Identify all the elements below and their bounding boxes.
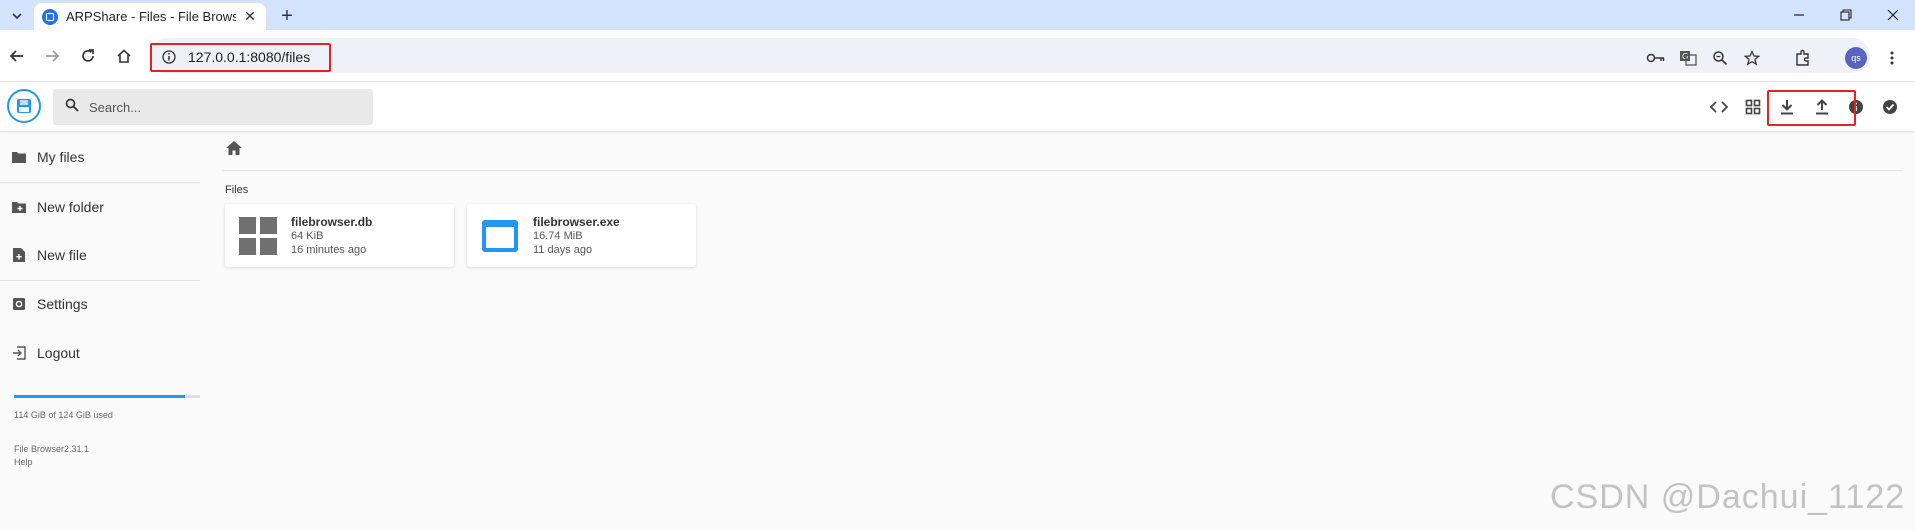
file-size: 16.74 MiB bbox=[533, 229, 583, 242]
breadcrumb-home-icon[interactable] bbox=[225, 140, 245, 160]
forward-icon[interactable] bbox=[40, 44, 64, 68]
toolbar-highlight-box bbox=[1767, 90, 1856, 126]
sidebar-item-label: New folder bbox=[37, 199, 104, 215]
grid-view-icon[interactable] bbox=[1742, 96, 1764, 118]
browser-tabstrip: ARPShare - Files - File Browser ✕ + bbox=[0, 0, 1915, 30]
zoom-icon[interactable] bbox=[1710, 48, 1730, 68]
favicon-icon bbox=[42, 8, 58, 25]
bookmark-star-icon[interactable] bbox=[1742, 48, 1762, 68]
settings-icon bbox=[10, 295, 28, 313]
select-multiple-icon[interactable] bbox=[1879, 96, 1901, 118]
note-add-icon bbox=[10, 246, 28, 264]
svg-text:G: G bbox=[1682, 52, 1688, 61]
watermark-text: CSDN @Dachui_1122 bbox=[1550, 478, 1906, 516]
minimize-icon[interactable] bbox=[1784, 4, 1814, 26]
address-url[interactable]: 127.0.0.1:8080/files bbox=[188, 49, 310, 65]
sidebar-item-label: Settings bbox=[37, 296, 88, 312]
sidebar-item-settings[interactable]: Settings bbox=[10, 289, 200, 319]
extensions-icon[interactable] bbox=[1793, 48, 1813, 68]
translate-icon[interactable]: G bbox=[1678, 48, 1698, 68]
site-info-icon[interactable] bbox=[161, 49, 177, 65]
file-item-filebrowser-db[interactable]: filebrowser.db 64 KiB 16 minutes ago bbox=[225, 204, 454, 267]
sidebar-divider bbox=[0, 182, 200, 183]
sidebar-divider bbox=[0, 280, 200, 281]
sidebar-item-my-files[interactable]: My files bbox=[10, 142, 200, 172]
file-name: filebrowser.db bbox=[291, 214, 373, 229]
sidebar-item-new-folder[interactable]: New folder bbox=[10, 192, 200, 222]
code-view-icon[interactable] bbox=[1708, 96, 1730, 118]
file-name: filebrowser.exe bbox=[533, 214, 620, 229]
password-key-icon[interactable] bbox=[1646, 48, 1666, 68]
file-modified: 11 days ago bbox=[533, 243, 593, 256]
create-new-folder-icon bbox=[10, 198, 28, 216]
browser-tab[interactable]: ARPShare - Files - File Browser ✕ bbox=[34, 3, 266, 30]
sidebar-item-label: Logout bbox=[37, 345, 80, 361]
filebrowser-logo[interactable] bbox=[7, 89, 41, 123]
browser-menu-icon[interactable] bbox=[1882, 48, 1902, 68]
close-tab-icon[interactable]: ✕ bbox=[242, 8, 258, 25]
help-link[interactable]: Help bbox=[14, 457, 33, 467]
search-input[interactable] bbox=[89, 99, 349, 115]
new-tab-icon[interactable]: + bbox=[276, 5, 298, 27]
file-size: 64 KiB bbox=[291, 229, 324, 242]
back-icon[interactable] bbox=[5, 44, 29, 68]
sidebar-item-label: My files bbox=[37, 149, 85, 165]
breadcrumb-divider bbox=[222, 170, 1902, 171]
file-item-filebrowser-exe[interactable]: filebrowser.exe 16.74 MiB 11 days ago bbox=[467, 204, 696, 267]
tab-title: ARPShare - Files - File Browser bbox=[66, 9, 236, 24]
application-window-icon bbox=[479, 215, 521, 257]
files-section-title: Files bbox=[225, 184, 249, 196]
folder-icon bbox=[10, 148, 28, 166]
sidebar-item-new-file[interactable]: New file bbox=[10, 240, 200, 270]
profile-avatar[interactable]: qs bbox=[1845, 47, 1867, 69]
search-box[interactable] bbox=[53, 89, 373, 125]
app-version: File Browser2.31.1 bbox=[14, 444, 90, 454]
grid-icon bbox=[237, 215, 279, 257]
storage-usage-bar bbox=[14, 395, 200, 398]
search-icon bbox=[65, 98, 79, 117]
home-icon[interactable] bbox=[112, 44, 136, 68]
close-window-icon[interactable] bbox=[1878, 4, 1908, 26]
storage-usage-text: 114 GiB of 124 GiB used bbox=[14, 410, 113, 420]
sidebar-item-logout[interactable]: Logout bbox=[10, 338, 200, 368]
exit-icon bbox=[10, 344, 28, 362]
tab-search-icon[interactable] bbox=[6, 5, 28, 27]
sidebar-item-label: New file bbox=[37, 247, 87, 263]
reload-icon[interactable] bbox=[76, 44, 100, 68]
address-bar[interactable] bbox=[150, 38, 1870, 73]
storage-usage-fill bbox=[14, 395, 185, 398]
file-modified: 16 minutes ago bbox=[291, 243, 367, 256]
restore-icon[interactable] bbox=[1831, 4, 1861, 26]
